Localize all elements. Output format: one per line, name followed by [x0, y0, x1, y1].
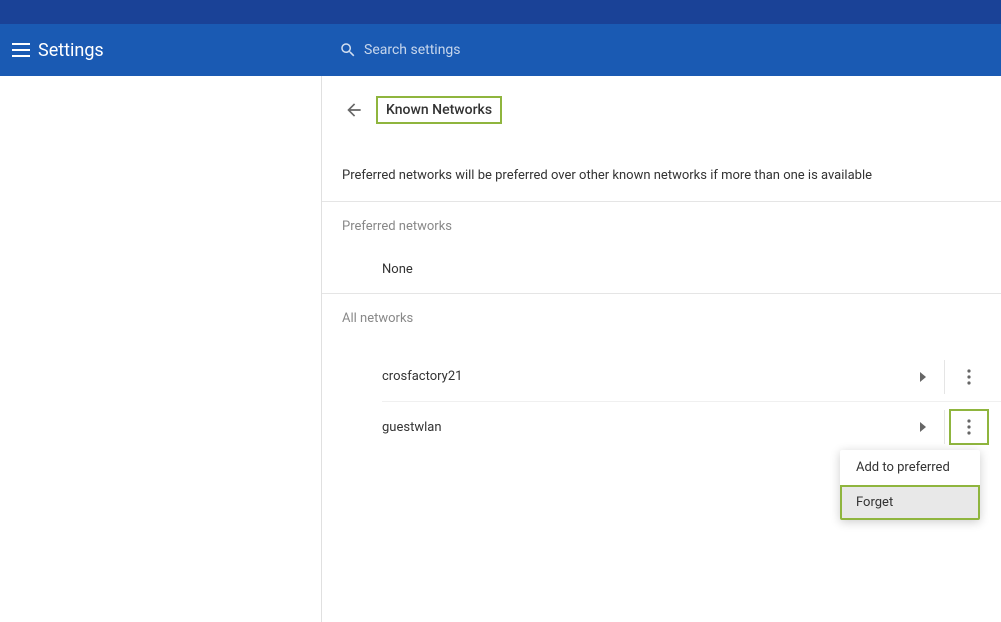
- menu-item-forget[interactable]: Forget: [840, 485, 980, 520]
- search-icon: [322, 41, 364, 59]
- sidebar: [0, 76, 322, 622]
- all-networks-list: crosfactory21 guestwlan: [322, 338, 1001, 452]
- arrow-right-icon: [908, 372, 940, 382]
- page-title-highlight: Known Networks: [376, 96, 502, 124]
- more-vert-icon: [967, 419, 971, 435]
- page-description: Preferred networks will be preferred ove…: [322, 126, 1001, 201]
- network-name-label: guestwlan: [382, 420, 908, 435]
- header-bar: Settings: [0, 24, 1001, 76]
- header-right: [322, 24, 1001, 76]
- network-more-button[interactable]: [949, 409, 989, 445]
- row-divider: [944, 410, 945, 444]
- all-networks-header: All networks: [322, 294, 1001, 338]
- window-top-bar: [0, 0, 1001, 24]
- app-title: Settings: [38, 40, 104, 61]
- network-row[interactable]: guestwlan: [382, 402, 1001, 452]
- main-area: Known Networks Preferred networks will b…: [0, 76, 1001, 622]
- row-divider: [944, 360, 945, 394]
- arrow-back-icon: [344, 100, 364, 120]
- context-menu: Add to preferred Forget: [840, 450, 980, 520]
- breadcrumb-row: Known Networks: [322, 76, 1001, 126]
- back-button[interactable]: [342, 98, 366, 122]
- menu-item-add-to-preferred[interactable]: Add to preferred: [840, 450, 980, 485]
- search-input[interactable]: [364, 42, 1001, 58]
- page-title: Known Networks: [386, 102, 492, 118]
- preferred-networks-header: Preferred networks: [322, 202, 1001, 246]
- content-panel: Known Networks Preferred networks will b…: [322, 76, 1001, 622]
- header-left: Settings: [0, 24, 322, 76]
- network-name-label: crosfactory21: [382, 369, 908, 384]
- arrow-right-icon: [908, 422, 940, 432]
- network-more-button[interactable]: [949, 359, 989, 395]
- network-row[interactable]: crosfactory21: [382, 352, 1001, 402]
- hamburger-icon: [12, 43, 30, 57]
- hamburger-menu-button[interactable]: [0, 24, 36, 76]
- preferred-networks-none: None: [322, 246, 1001, 293]
- more-vert-icon: [967, 369, 971, 385]
